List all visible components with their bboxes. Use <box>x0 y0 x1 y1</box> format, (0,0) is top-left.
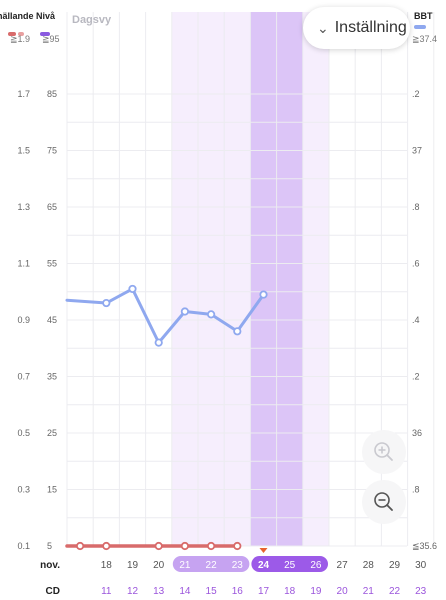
date-label[interactable]: 27 <box>337 560 349 571</box>
left-axis-b-tick: 35 <box>47 372 57 382</box>
chevron-down-icon: ⌄ <box>317 19 329 36</box>
date-label[interactable]: 25 <box>284 560 296 571</box>
left-axis-a-tick: 0.3 <box>17 485 30 495</box>
zoom-in-button[interactable] <box>362 430 406 474</box>
bbt-point[interactable] <box>128 284 137 294</box>
highlight-band-26 <box>302 12 329 546</box>
left-axis-b-top-label: ≧95 <box>42 34 60 44</box>
level-point[interactable] <box>233 541 242 551</box>
left-axis-a-tick: 1.5 <box>17 146 30 156</box>
left-axis-a-tick: 1.7 <box>17 89 30 99</box>
cycle-day-label: 22 <box>389 586 401 597</box>
bbt-legend-dot <box>414 25 426 29</box>
right-axis-tick: .8 <box>412 202 420 212</box>
bbt-point[interactable] <box>102 298 111 308</box>
zoom-out-icon <box>374 492 393 511</box>
left-axis-a-tick: 0.1 <box>17 541 30 551</box>
cycle-day-label: 13 <box>153 586 165 597</box>
date-label[interactable]: 29 <box>389 560 401 571</box>
highlight-band-23 <box>224 12 251 546</box>
right-axis-tick: .6 <box>412 259 420 269</box>
right-axis-tick: 37 <box>412 146 422 156</box>
level-point[interactable] <box>76 541 85 551</box>
date-label[interactable]: 22 <box>206 560 218 571</box>
date-label[interactable]: 26 <box>310 560 322 571</box>
bbt-point[interactable] <box>180 307 189 316</box>
cycle-day-label: 18 <box>284 586 296 597</box>
cycle-day-label: 19 <box>310 586 322 597</box>
bbt-point[interactable] <box>233 327 242 336</box>
bbt-point[interactable] <box>259 290 268 299</box>
date-label[interactable]: 18 <box>101 560 113 571</box>
left-axis-a-top-label: ≧1.9 <box>10 34 31 44</box>
left-axis-a-tick: 1.1 <box>17 259 30 269</box>
left-axis-a-tick: 0.9 <box>17 315 30 325</box>
bbt-point[interactable] <box>207 310 216 319</box>
date-label[interactable]: 21 <box>179 560 191 571</box>
date-label[interactable]: 23 <box>232 560 244 571</box>
left-axis-b-tick: 5 <box>47 541 52 551</box>
left-axis-a-tick: 0.7 <box>17 372 30 382</box>
level-point[interactable] <box>102 541 111 551</box>
bbt-point[interactable] <box>154 338 163 347</box>
right-axis-tick: .2 <box>412 372 420 382</box>
highlight-band-24 <box>250 12 277 546</box>
highlight-band-22 <box>198 12 225 546</box>
date-label[interactable]: 24 <box>258 560 270 571</box>
left-axis-b-tick: 45 <box>47 315 57 325</box>
cycle-day-label: 23 <box>415 586 427 597</box>
left-axis-b-tick: 15 <box>47 485 57 495</box>
cycle-day-label: 12 <box>127 586 139 597</box>
cycle-day-label: 15 <box>206 586 218 597</box>
left-axis-a-tick: 1.3 <box>17 202 30 212</box>
left-axis-a-tick: 0.5 <box>17 428 30 438</box>
highlight-band-21 <box>171 12 198 546</box>
left-axis-b-tick: 55 <box>47 259 57 269</box>
right-axis-tick: 36 <box>412 428 422 438</box>
settings-label: Inställning <box>334 19 407 36</box>
cycle-day-label: 17 <box>258 586 270 597</box>
cd-row-label: CD <box>46 586 60 597</box>
fluid-level-header: nällande Nivå <box>0 11 56 21</box>
day-view-toggle[interactable]: Dagsvy <box>72 14 111 26</box>
date-label[interactable]: 30 <box>415 560 427 571</box>
right-axis-tick: .4 <box>412 315 420 325</box>
today-marker <box>259 548 268 553</box>
date-label[interactable]: 19 <box>127 560 139 571</box>
zoom-in-icon <box>374 442 393 461</box>
right-axis-tick: .2 <box>412 89 420 99</box>
level-point[interactable] <box>180 541 189 551</box>
left-axis-b-tick: 25 <box>47 428 57 438</box>
left-axis-b-tick: 75 <box>47 146 57 156</box>
cycle-day-label: 14 <box>179 586 191 597</box>
cycle-day-label: 21 <box>363 586 375 597</box>
right-axis-tick: ≦35.6 <box>412 541 437 551</box>
left-axis-b-tick: 65 <box>47 202 57 212</box>
cycle-day-label: 20 <box>337 586 349 597</box>
settings-dropdown[interactable]: ⌄ Inställning <box>303 7 410 49</box>
cycle-day-label: 16 <box>232 586 244 597</box>
cycle-day-label: 11 <box>101 586 112 597</box>
bbt-header: BBT <box>414 11 433 21</box>
right-axis-top-label: ≧37.4 <box>412 34 438 44</box>
date-label[interactable]: 20 <box>153 560 165 571</box>
right-axis-tick: .8 <box>412 485 420 495</box>
month-label: nov. <box>40 560 60 571</box>
highlight-band-25 <box>276 12 303 546</box>
date-label[interactable]: 28 <box>363 560 375 571</box>
zoom-out-button[interactable] <box>362 480 406 524</box>
left-axis-b-tick: 85 <box>47 89 57 99</box>
level-point[interactable] <box>207 541 216 551</box>
level-point[interactable] <box>154 541 163 551</box>
